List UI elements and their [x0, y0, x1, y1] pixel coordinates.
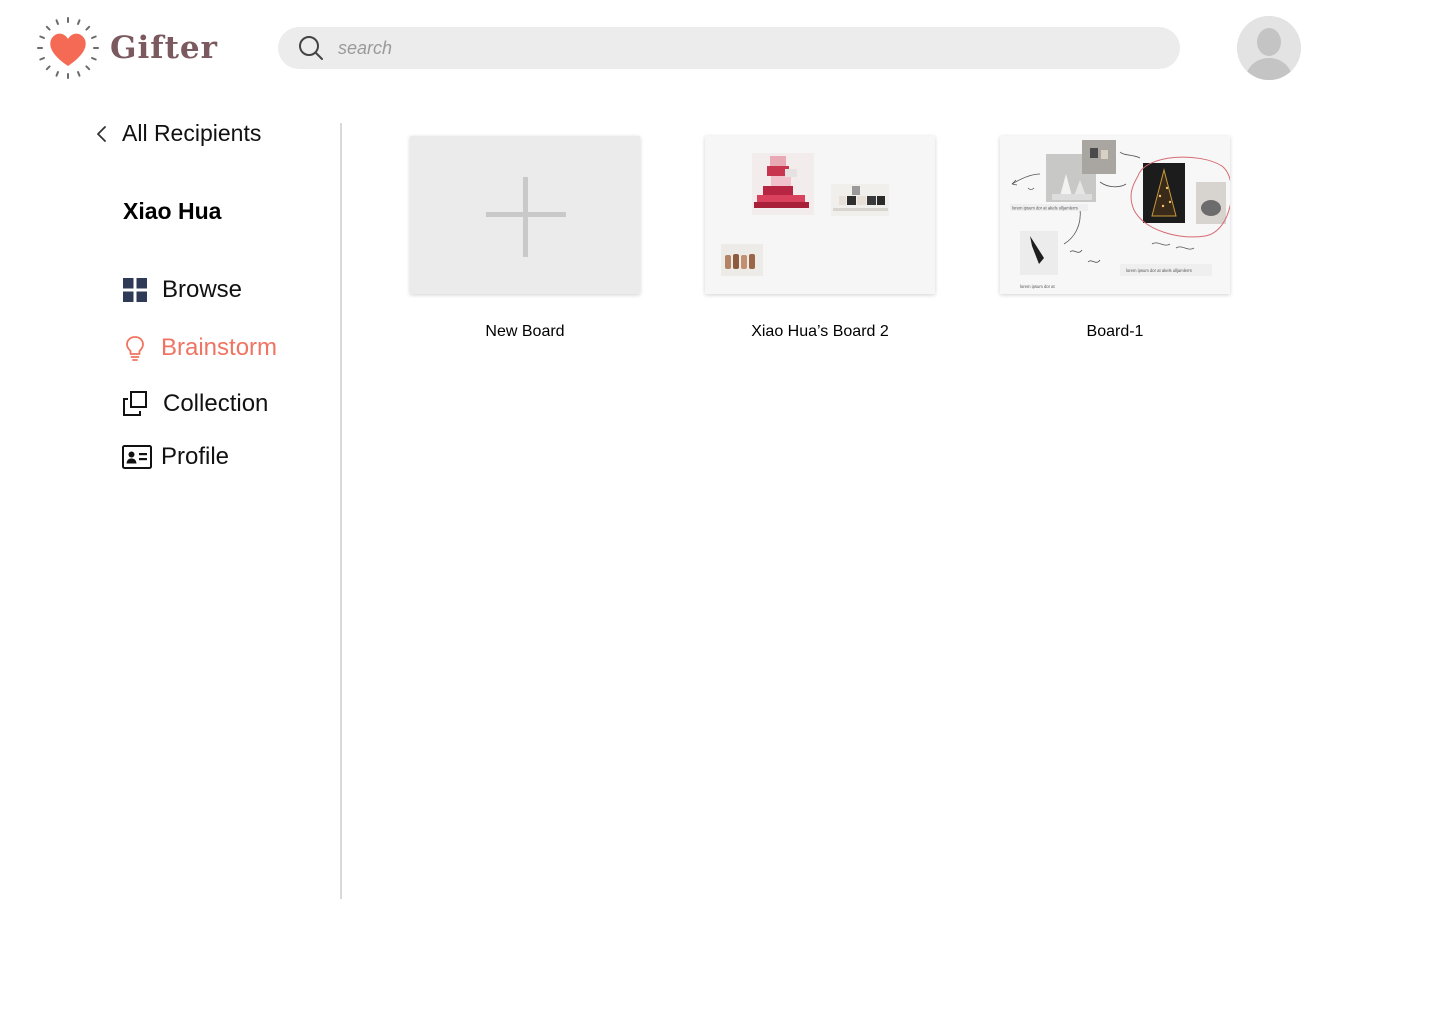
user-avatar[interactable] [1237, 16, 1301, 80]
board-title: New Board [485, 323, 565, 340]
search-icon[interactable] [298, 35, 324, 61]
board-thumbnail [410, 136, 640, 294]
plus-icon [486, 177, 566, 257]
layers-icon [122, 391, 148, 417]
sidebar-item-profile[interactable]: Profile [122, 443, 229, 471]
recipient-name: Xiao Hua [123, 198, 222, 224]
sidebar-item-label: Browse [162, 276, 243, 303]
search-bar[interactable] [278, 27, 1180, 69]
sidebar-item-label: Collection [163, 390, 269, 417]
board-thumbnail [705, 136, 935, 294]
board-thumbnail: lorem ipsum dor at akels ulljamlerrs lor… [1000, 136, 1230, 294]
sidebar-item-label: Brainstorm [161, 334, 278, 361]
id-card-icon [122, 444, 152, 470]
sidebar-item-browse[interactable]: Browse [122, 276, 242, 304]
sidebar-item-collection[interactable]: Collection [122, 390, 268, 418]
back-to-recipients-link[interactable]: All Recipients [94, 120, 261, 147]
sidebar-item-label: Profile [161, 443, 230, 470]
heart-logo-icon [37, 17, 99, 79]
search-input[interactable] [338, 37, 1138, 59]
chevron-left-icon [97, 125, 106, 142]
board-title: Xiao Hua’s Board 2 [751, 323, 889, 340]
new-board-card[interactable]: New Board [410, 136, 640, 341]
board-title: Board-1 [1086, 323, 1144, 340]
svg-text:lorem ipsum dor at akels ullja: lorem ipsum dor at akels ulljamlerrs [1126, 268, 1192, 273]
sidebar-item-brainstorm[interactable]: Brainstorm [122, 334, 277, 362]
board-card[interactable]: Xiao Hua’s Board 2 [705, 136, 935, 341]
back-label: All Recipients [122, 120, 262, 146]
board-preview-image [705, 136, 935, 294]
sidebar-divider [340, 123, 342, 899]
svg-text:lorem ipsum dor at akels ullja: lorem ipsum dor at akels ulljamlerrs [1012, 206, 1078, 211]
svg-text:lorem ipsum dor at: lorem ipsum dor at [1020, 284, 1056, 289]
app-logo[interactable]: Gifter [36, 16, 218, 80]
lightbulb-icon [122, 335, 148, 361]
grid-icon [122, 277, 148, 303]
board-card[interactable]: lorem ipsum dor at akels ulljamlerrs lor… [1000, 136, 1230, 341]
board-preview-image: lorem ipsum dor at akels ulljamlerrs lor… [1000, 136, 1230, 294]
user-avatar-icon [1237, 16, 1301, 80]
app-name: Gifter [110, 30, 218, 66]
